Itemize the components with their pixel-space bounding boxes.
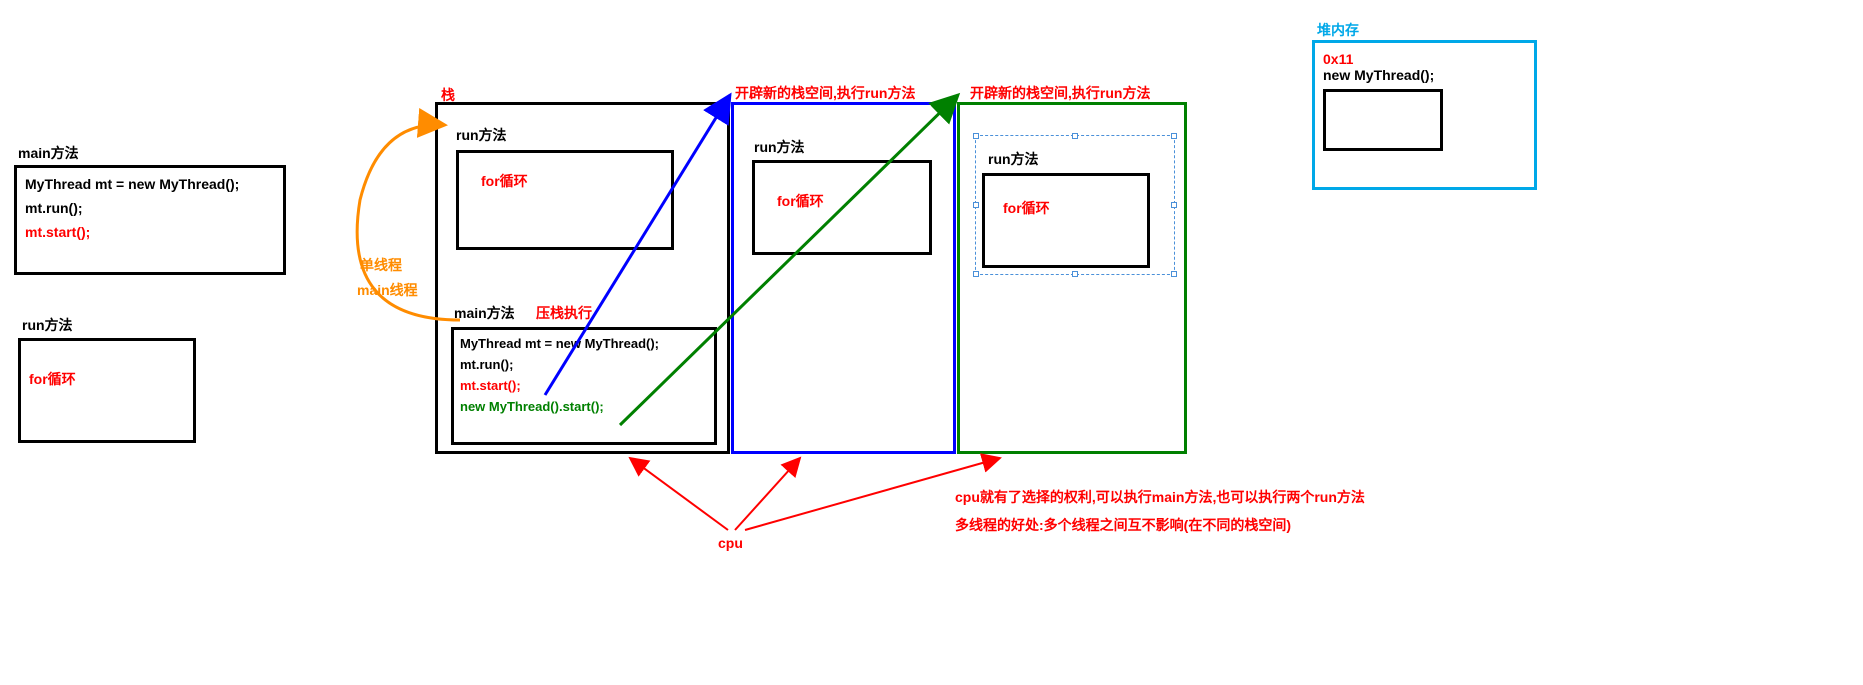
center-run-inner: for循环 <box>456 150 674 250</box>
heap-title: 堆内存 <box>1317 20 1359 40</box>
center-m2: mt.run(); <box>460 357 708 372</box>
left-main-title: main方法 <box>18 143 79 163</box>
push-exec-label: 压栈执行 <box>536 303 592 323</box>
left-run-title: run方法 <box>22 315 73 335</box>
center-m1: MyThread mt = new MyThread(); <box>460 336 708 351</box>
stack2-inner: for循环 <box>752 160 932 255</box>
left-run-body: for循环 <box>29 369 185 389</box>
single-thread-label: 单线程 <box>360 255 402 275</box>
center-stack-box: run方法 for循环 main方法 压栈执行 0x11 MyThread mt… <box>435 102 730 454</box>
left-main-box: MyThread mt = new MyThread(); mt.run(); … <box>14 165 286 275</box>
center-m4: new MyThread().start(); <box>460 399 708 414</box>
main-thread-label: main线程 <box>357 280 418 300</box>
left-run-box: for循环 <box>18 338 196 443</box>
note-new-stack-1: 开辟新的栈空间,执行run方法 <box>735 83 915 103</box>
heap-addr: 0x11 <box>1323 51 1526 67</box>
center-main-title: main方法 <box>454 303 515 323</box>
bottom-note1: cpu就有了选择的权利,可以执行main方法,也可以执行两个run方法 <box>955 487 1365 507</box>
selection-box[interactable] <box>975 135 1175 275</box>
center-run-title: run方法 <box>456 125 507 145</box>
bottom-note2: 多线程的好处:多个线程之间互不影响(在不同的栈空间) <box>955 515 1291 535</box>
center-for-loop: for循环 <box>481 171 528 191</box>
left-main-line2: mt.run(); <box>25 200 275 216</box>
blue-stack-box: run方法 for循环 <box>731 102 956 454</box>
heap-obj: new MyThread(); <box>1323 67 1526 83</box>
heap-inner-box <box>1323 89 1443 151</box>
green-stack-box: run方法 for循环 <box>957 102 1187 454</box>
cpu-label: cpu <box>718 535 743 551</box>
left-main-line1: MyThread mt = new MyThread(); <box>25 176 275 192</box>
heap-box: 0x11 new MyThread(); <box>1312 40 1537 190</box>
left-main-line3: mt.start(); <box>25 224 275 240</box>
stack2-run-title: run方法 <box>754 137 805 157</box>
note-new-stack-2: 开辟新的栈空间,执行run方法 <box>970 83 1150 103</box>
stack2-for-loop: for循环 <box>777 191 824 211</box>
center-m3: mt.start(); <box>460 378 708 393</box>
center-main-inner: MyThread mt = new MyThread(); mt.run(); … <box>451 327 717 445</box>
